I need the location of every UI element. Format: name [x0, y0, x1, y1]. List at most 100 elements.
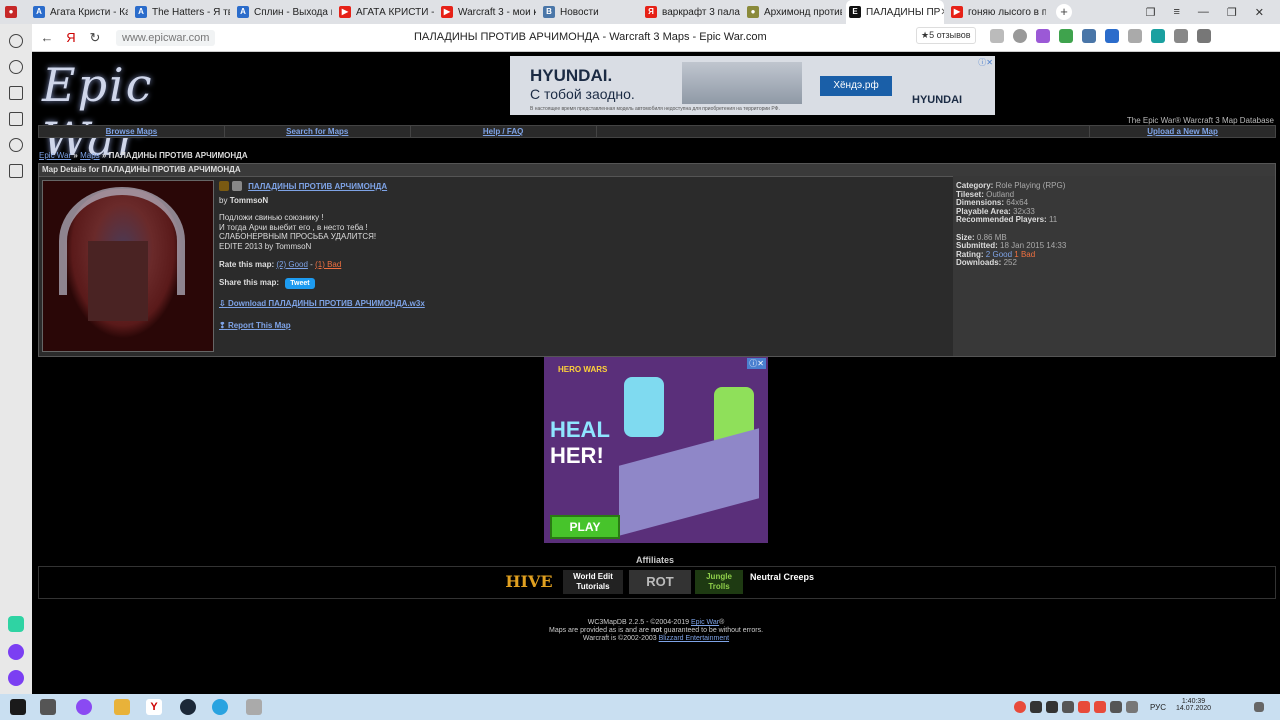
extension-icon[interactable] — [1059, 29, 1073, 43]
steam-icon[interactable] — [180, 699, 196, 715]
reviews-button[interactable]: ★5 отзывов — [916, 27, 976, 44]
tray-app-icon[interactable] — [1030, 701, 1042, 713]
minimize-icon[interactable]: — — [1198, 6, 1209, 19]
affiliate-neutral-creeps[interactable]: Neutral Creeps — [747, 570, 817, 594]
page-content: Epic War HYUNDAI. С тобой заодно. Хёндэ.… — [32, 52, 1280, 693]
affiliate-hive[interactable]: HIVE — [499, 570, 559, 594]
hero-wars-ad[interactable]: HERO WARS HEAL HER! PLAY ⓘ✕ — [544, 357, 768, 543]
task-view-icon[interactable] — [40, 699, 56, 715]
downloads-icon[interactable] — [1197, 29, 1211, 43]
ad-close-icon[interactable]: ⓘ✕ — [747, 358, 766, 369]
top-banner-ad[interactable]: HYUNDAI. С тобой заодно. Хёндэ.рф HYUNDA… — [510, 56, 995, 115]
ad-car-image — [682, 62, 802, 104]
windows-start-icon[interactable] — [10, 699, 26, 715]
app-icon[interactable] — [246, 699, 262, 715]
rate-bad-link[interactable]: (1) Bad — [315, 260, 341, 269]
telegram-icon[interactable] — [212, 699, 228, 715]
messenger-icon[interactable] — [8, 616, 24, 632]
breadcrumb-current: ПАЛАДИНЫ ПРОТИВ АРЧИМОНДА — [108, 151, 248, 160]
download-icon[interactable] — [1128, 29, 1142, 43]
app-icon[interactable] — [1151, 29, 1165, 43]
url-field[interactable]: www.epicwar.com — [116, 29, 216, 46]
vk-audio-icon: A — [135, 6, 147, 18]
menu-search-maps[interactable]: Search for Maps — [225, 126, 411, 137]
affiliate-jungle-trolls[interactable]: Jungle Trolls — [695, 570, 743, 594]
reload-icon[interactable]: ↻ — [86, 30, 104, 46]
tab-5[interactable]: B Новости — [540, 2, 638, 22]
download-link[interactable]: ⇩ Download ПАЛАДИНЫ ПРОТИВ АРЧИМОНДА.w3x — [219, 299, 949, 308]
tray-app-icon[interactable] — [1046, 701, 1058, 713]
clock[interactable]: 1:40:39 14.07.2020 — [1176, 698, 1211, 712]
assistant-icon[interactable] — [8, 670, 24, 686]
globe-icon[interactable] — [1013, 29, 1027, 43]
tab-1[interactable]: A The Hatters - Я тво — [132, 2, 230, 22]
rate-good-link[interactable]: (2) Good — [276, 260, 308, 269]
tab-2[interactable]: AСплин - Выхода не — [234, 2, 332, 22]
bookmarks-icon[interactable]: ❐ — [1146, 6, 1156, 19]
menu-icon[interactable]: ≡ — [1173, 6, 1179, 19]
language-indicator[interactable]: РУС — [1150, 703, 1166, 712]
tab-0[interactable]: A Агата Кристи - Как — [30, 2, 128, 22]
collections-icon[interactable] — [9, 112, 23, 126]
toolbar-icons — [990, 29, 1211, 43]
ad-close-icon[interactable]: ⓘ✕ — [978, 57, 993, 68]
footer-line-3: Warcraft is ©2002-2003 Blizzard Entertai… — [582, 635, 730, 642]
site-logo[interactable]: Epic War — [42, 58, 232, 166]
menu-upload-map[interactable]: Upload a New Map — [1090, 126, 1275, 137]
tab-3[interactable]: ▶АГАТА КРИСТИ - К — [336, 2, 434, 22]
tray-app-icon[interactable] — [1078, 701, 1090, 713]
ten-icon[interactable] — [9, 164, 23, 178]
pen-icon[interactable] — [1036, 29, 1050, 43]
footer-epicwar-link[interactable]: Epic War — [691, 619, 719, 626]
extensions-icon[interactable] — [1174, 29, 1188, 43]
menu-help-faq[interactable]: Help / FAQ — [411, 126, 597, 137]
browser-menu-icon[interactable]: ● — [2, 2, 26, 22]
notifications-icon[interactable] — [1254, 702, 1264, 712]
bookmark-icon[interactable] — [990, 29, 1004, 43]
affiliate-world-edit-tutorials[interactable]: World Edit Tutorials — [563, 570, 623, 594]
history-icon[interactable] — [9, 60, 23, 74]
alice-taskbar-icon[interactable] — [76, 699, 92, 715]
yandex-browser-icon[interactable]: Y — [146, 699, 162, 715]
breadcrumb-maps[interactable]: Maps — [80, 151, 100, 160]
rate-row: Rate this map: (2) Good - (1) Bad — [219, 260, 342, 269]
star-icon[interactable] — [9, 86, 23, 100]
play-icon[interactable] — [9, 138, 23, 152]
tab-9[interactable]: ▶ гоняю лысого в п — [948, 2, 1046, 22]
affiliate-rot[interactable]: ROT — [629, 570, 691, 594]
back-icon[interactable]: ← — [38, 30, 56, 45]
alice-icon[interactable] — [8, 644, 24, 660]
restore-icon[interactable]: ❐ — [1227, 6, 1237, 19]
breadcrumb-home[interactable]: Epic War — [39, 151, 71, 160]
yandex-icon[interactable]: Я — [62, 30, 80, 45]
ad-play-button[interactable]: PLAY — [550, 515, 620, 539]
tab-4[interactable]: ▶ Warcraft 3 - мои к — [438, 2, 536, 22]
tray-app-icon[interactable] — [1094, 701, 1106, 713]
youtube-icon: ▶ — [441, 6, 453, 18]
tab-6[interactable]: Яваркрафт 3 палад — [642, 2, 740, 22]
tweet-button[interactable]: Tweet — [285, 278, 315, 289]
report-link[interactable]: ❢ Report This Map — [219, 321, 949, 330]
affiliates-title: Affiliates — [636, 555, 675, 565]
vk-icon[interactable] — [1082, 29, 1096, 43]
close-window-icon[interactable]: ✕ — [1255, 6, 1264, 19]
tray-app-icon[interactable] — [1062, 701, 1074, 713]
youtube-icon: ▶ — [951, 6, 963, 18]
close-tab-icon[interactable]: ✕ — [940, 7, 944, 18]
ad-button[interactable]: Хёндэ.рф — [820, 76, 892, 96]
tray-app-icon[interactable] — [1014, 701, 1026, 713]
volume-icon[interactable] — [1126, 701, 1138, 713]
tab-active[interactable]: EПАЛАДИНЫ ПР✕ — [846, 0, 944, 24]
map-preview-image[interactable] — [42, 180, 214, 352]
map-title-link[interactable]: ПАЛАДИНЫ ПРОТИВ АРЧИМОНДА — [248, 182, 387, 191]
vk-music-icon[interactable] — [1105, 29, 1119, 43]
file-explorer-icon[interactable] — [114, 699, 130, 715]
bell-icon[interactable] — [9, 34, 23, 48]
tab-7[interactable]: ● Архимонд против — [744, 2, 842, 22]
menu-browse-maps[interactable]: Browse Maps — [39, 126, 225, 137]
new-tab-button[interactable]: + — [1056, 4, 1072, 20]
vk-audio-icon: A — [33, 6, 45, 18]
tray-app-icon[interactable] — [1110, 701, 1122, 713]
breadcrumb: Epic War » Maps » ПАЛАДИНЫ ПРОТИВ АРЧИМО… — [39, 151, 248, 160]
footer-blizzard-link[interactable]: Blizzard Entertainment — [659, 635, 729, 642]
